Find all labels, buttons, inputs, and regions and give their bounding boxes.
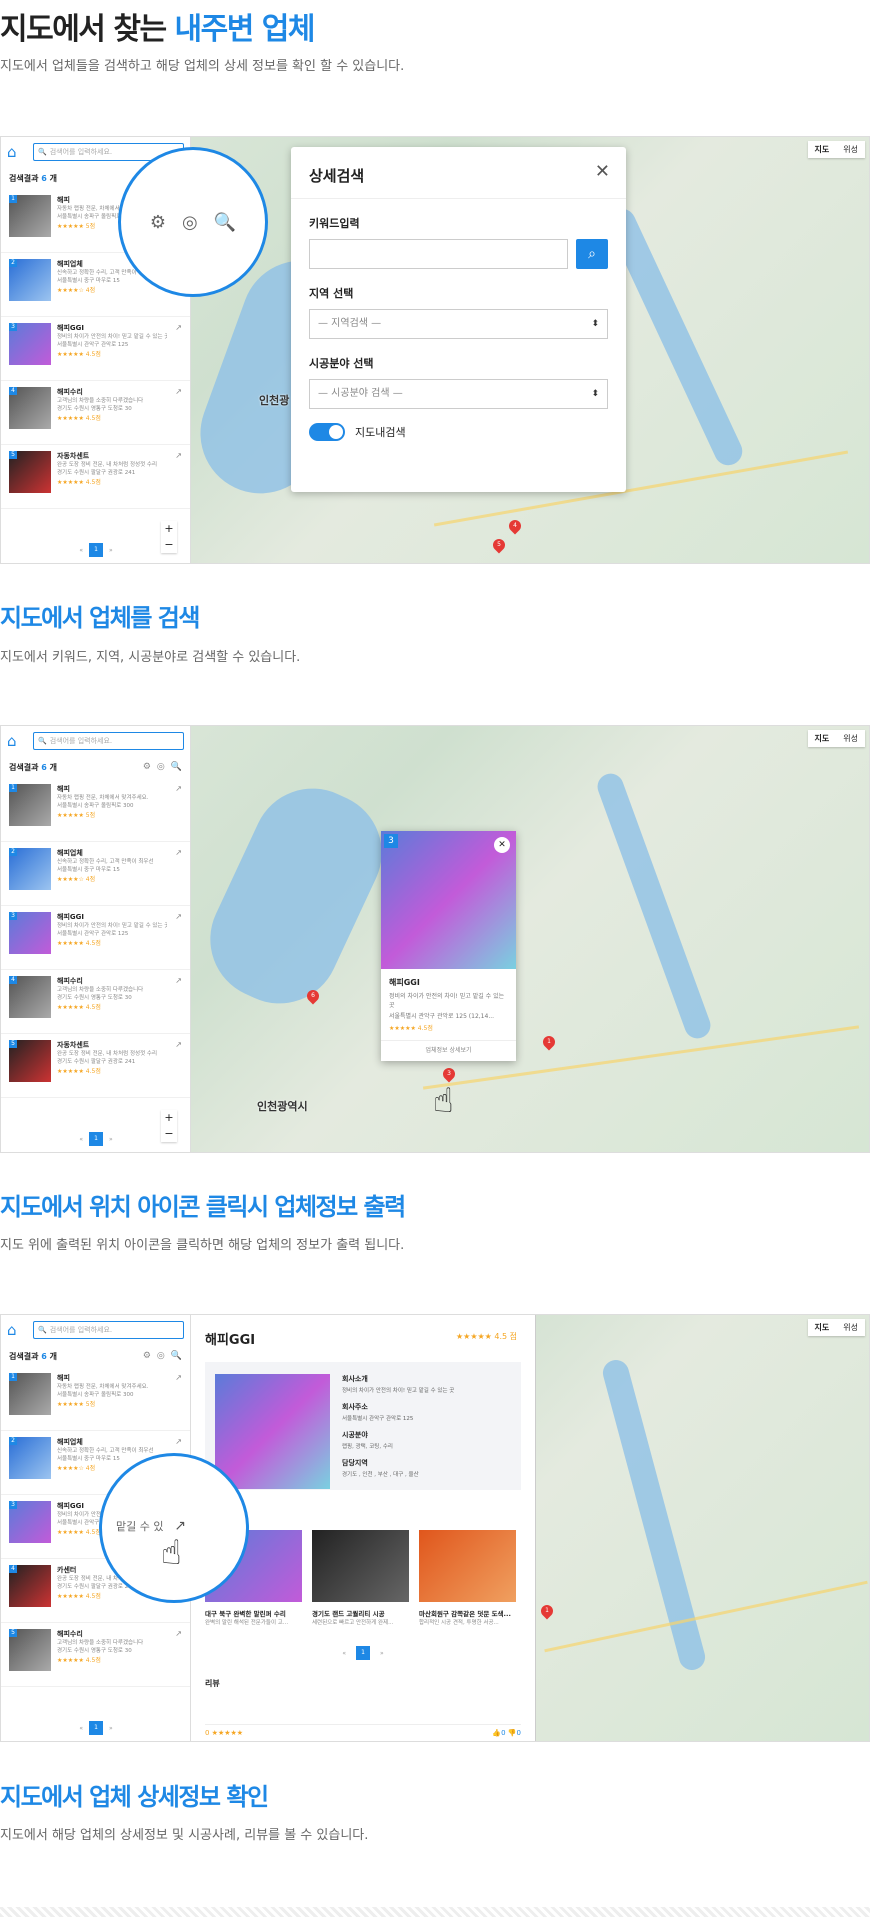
close-icon[interactable]: ✕: [595, 161, 610, 182]
location-icon[interactable]: ◎: [157, 762, 165, 772]
map-type-toggle[interactable]: 지도 위성: [807, 730, 865, 747]
section-title: 지도에서 업체를 검색: [0, 604, 200, 632]
external-link-icon[interactable]: ↗: [175, 323, 182, 332]
list-item[interactable]: 5 자동차센트 완공 도장 정비 전문, 내 차처럼 정성껏 수리 경기도 수원시 팔…: [1, 1034, 190, 1098]
page-button[interactable]: 1: [356, 1646, 370, 1660]
search-icon[interactable]: 🔍: [171, 762, 182, 772]
external-link-icon[interactable]: ↗: [175, 451, 182, 460]
list-item[interactable]: 5 해피수리 고객님의 차량을 소중히 다루겠습니다 경기도 수원시 영통구 도청로 …: [1, 1623, 190, 1687]
gear-icon[interactable]: ⚙: [143, 762, 151, 772]
list-item[interactable]: 1 해피 자동차 랩핑 전문, 차체에서 맞겨주세요. 서울특별시 송파구 올림픽로 …: [1, 1367, 190, 1431]
pagination: «1»: [1, 1721, 191, 1735]
pointer-hand-icon: ☝: [433, 1081, 454, 1121]
section-title: 지도에서 업체 상세정보 확인: [0, 1783, 269, 1811]
bottom-stripe: [0, 1907, 870, 1917]
location-icon[interactable]: ◎: [157, 1351, 165, 1361]
map-type-toggle[interactable]: 지도 위성: [807, 141, 865, 158]
tool-magnifier: ⚙ ◎ 🔍: [118, 147, 268, 297]
list-item[interactable]: 4 해피수리 고객님의 차량을 소중히 다루겠습니다 경기도 수원시 영통구 도청로 …: [1, 970, 190, 1034]
zoom-control[interactable]: + −: [161, 521, 177, 553]
section-desc: 지도 위에 출력된 위치 아이콘을 클릭하면 해당 업체의 정보가 출력 됩니다…: [0, 1238, 405, 1253]
case-pagination: «1»: [191, 1646, 535, 1660]
section-title: 지도에서 위치 아이콘 클릭시 업체정보 출력: [0, 1193, 406, 1221]
external-link-icon[interactable]: ↗: [175, 1040, 182, 1049]
business-photo: 3 ✕: [381, 831, 516, 969]
section-desc: 지도에서 키워드, 지역, 시공분야로 검색할 수 있습니다.: [0, 650, 301, 665]
popup-desc: 정비의 차이가 안전의 차이! 믿고 맡길 수 있는 곳: [389, 993, 505, 1009]
search-icon[interactable]: 🔍: [214, 212, 236, 233]
pointer-hand-icon: ☝: [161, 1533, 182, 1573]
modal-title: 상세검색: [291, 147, 626, 199]
search-icon: 🔍: [38, 1326, 47, 1334]
external-link-icon[interactable]: ↗: [175, 912, 182, 921]
hero-desc: 지도에서 업체들을 검색하고 해당 업체의 상세 정보를 확인 할 수 있습니다…: [0, 59, 405, 74]
detail-link[interactable]: 업체정보 상세보기: [381, 1040, 516, 1054]
detail-rating: ★★★★★ 4.5 점: [455, 1332, 517, 1341]
case-card[interactable]: 경기도 랜드 고퀄리티 시공 세련된으로 빠르고 안전하게 완제...: [312, 1530, 409, 1626]
result-count: 검색결과 6 개 ⚙ ◎ 🔍: [9, 1351, 182, 1361]
search-icon[interactable]: 🔍: [171, 1351, 182, 1361]
detail-info-box: 회사소개 정비의 차이가 안전의 차이! 믿고 맡길 수 있는 곳 회사주소 서울특…: [205, 1362, 521, 1490]
search-button[interactable]: ⌕: [576, 239, 608, 269]
popup-name: 해피GGI: [389, 978, 420, 987]
business-photo: [215, 1374, 330, 1489]
list-item[interactable]: 1 해피 자동차 랩핑 전문, 차체에서 맞겨주세요. 서울특별시 송파구 올림픽로 …: [1, 778, 190, 842]
search-modal: 상세검색 ✕ 키워드입력 ⌕ 지역 선택 — 지역검색 — 시공분야 선택 — …: [291, 147, 626, 492]
zoom-control[interactable]: + −: [161, 1110, 177, 1142]
business-popup: 3 ✕ 해피GGI 정비의 차이가 안전의 차이! 믿고 맡길 수 있는 곳 서울…: [381, 831, 516, 1061]
page-button[interactable]: 1: [89, 1132, 103, 1146]
result-count: 검색결과 6 개 ⚙ ◎ 🔍: [9, 762, 182, 772]
screenshot-search-modal: 인천광 4 5 ⌂ 🔍 검색어를 입력하세요. 검색결과 6 개 1 해피 자동차 랩핑…: [0, 136, 870, 564]
list-item[interactable]: 3해피GGI정비의 차이가 안전의 차이! 믿고 맡길 수 있는 곳서울특별시 …: [1, 906, 190, 970]
location-icon[interactable]: ◎: [182, 212, 198, 233]
keyword-input[interactable]: [309, 239, 568, 269]
review-row: 0 ★★★★★ 👍0 👎0: [205, 1724, 521, 1737]
map-type-toggle[interactable]: 지도 위성: [807, 1319, 865, 1336]
sidebar: ⌂ 🔍 검색어를 입력하세요. 검색결과 6 개 ⚙ ◎ 🔍 1 해피 자동차 랩핑 전문, …: [1, 726, 191, 1152]
section-desc: 지도에서 해당 업체의 상세정보 및 시공사례, 리뷰를 볼 수 있습니다.: [0, 1828, 369, 1843]
close-icon[interactable]: ✕: [494, 837, 510, 853]
case-card[interactable]: 마산회원구 감쪽같은 덧문 도색... 합리적인 시공 견적, 투명한 서공...: [419, 1530, 516, 1626]
map-place-label: 인천광역시: [257, 1100, 308, 1113]
popup-address: 서울특별시 관악구 관악로 125 (12,14...: [389, 1013, 495, 1020]
page-button[interactable]: 1: [89, 1721, 103, 1735]
screenshot-map-popup: 인천광역시 6 1 3 ⌂ 🔍 검색어를 입력하세요. 검색결과 6 개 ⚙ ◎ 🔍 1해…: [0, 725, 870, 1153]
external-link-icon[interactable]: ↗: [175, 1373, 182, 1382]
search-input[interactable]: 🔍 검색어를 입력하세요.: [33, 732, 184, 750]
page-button[interactable]: 1: [89, 543, 103, 557]
list-item[interactable]: 5 자동차센트 완공 도장 정비 전문, 내 차처럼 정성껏 수리 경기도 수원시 팔…: [1, 445, 190, 509]
popup-rating: ★★★★★ 4.5점: [389, 1025, 433, 1032]
external-link-icon[interactable]: ↗: [175, 784, 182, 793]
list-item[interactable]: 2 해피업체 신속하고 정확한 수리, 고객 만족이 최우선 서울특별시 중구 마우로…: [1, 842, 190, 906]
external-link-icon[interactable]: ↗: [175, 848, 182, 857]
hero-title: 지도에서 찾는 내주변 업체: [0, 12, 315, 47]
search-input[interactable]: 🔍 검색어를 입력하세요.: [33, 1321, 184, 1339]
region-select[interactable]: — 지역검색 —: [309, 309, 608, 339]
field-label: 시공분야 선택: [309, 357, 374, 370]
toggle-label: 지도내검색: [355, 426, 406, 439]
screenshot-detail: 1 ⌂ 🔍 검색어를 입력하세요. 검색결과 6 개 ⚙ ◎ 🔍 1 해피 자동차 랩핑 전문…: [0, 1314, 870, 1742]
review-label: 리뷰: [205, 1679, 220, 1688]
external-link-icon[interactable]: ↗: [175, 976, 182, 985]
home-icon[interactable]: ⌂: [7, 733, 25, 749]
zoom-magnifier: 맡길 수 있 ↗: [99, 1453, 249, 1603]
gear-icon[interactable]: ⚙: [143, 1351, 151, 1361]
home-icon[interactable]: ⌂: [7, 1322, 25, 1338]
external-link-icon[interactable]: ↗: [175, 387, 182, 396]
keyword-label: 키워드입력: [309, 217, 360, 230]
external-link-icon[interactable]: ↗: [175, 1629, 182, 1638]
gear-icon[interactable]: ⚙: [150, 212, 166, 233]
search-icon: 🔍: [38, 148, 47, 156]
list-item[interactable]: 3해피GGI정비의 차이가 안전의 차이! 믿고 맡길 수 있는 곳서울특별시 …: [1, 317, 190, 381]
map-place-label: 인천광: [259, 394, 290, 407]
region-label: 지역 선택: [309, 287, 354, 300]
home-icon[interactable]: ⌂: [7, 144, 25, 160]
map-search-toggle[interactable]: [309, 423, 345, 441]
external-link-icon[interactable]: ↗: [175, 1437, 182, 1446]
external-link-icon: ↗: [174, 1518, 186, 1534]
list-item[interactable]: 4 해피수리 고객님의 차량을 소중히 다루겠습니다 경기도 수원시 영통구 도청로 …: [1, 381, 190, 445]
search-icon: 🔍: [38, 737, 47, 745]
field-select[interactable]: — 시공분야 검색 —: [309, 379, 608, 409]
